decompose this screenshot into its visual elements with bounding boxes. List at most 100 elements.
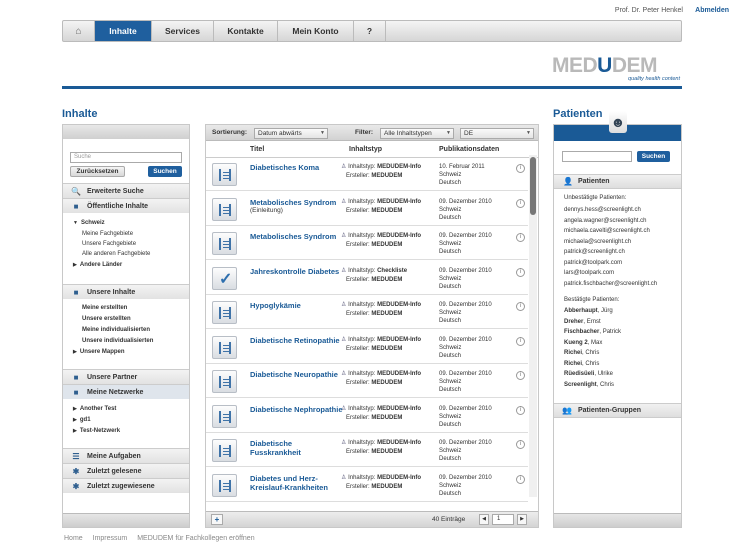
confirmed-patient[interactable]: Rüedisüeli, Ulrike [564,371,613,377]
confirmed-patient[interactable]: Richei, Chris [564,361,599,367]
info-icon[interactable]: i [516,164,525,173]
content-row[interactable]: Diabetes und Herz-Kreislauf-Krankheiten ♙… [206,468,528,502]
footer-fachkollegen[interactable]: MEDUDEM für Fachkollegen eröffnen [137,535,254,542]
info-icon[interactable]: i [516,440,525,449]
confirmed-patient[interactable]: Kueng 2, Max [564,340,602,346]
logout-link[interactable]: Abmelden [695,7,729,14]
content-row[interactable]: Metabolisches Syndrom ♙ Inhaltstyp: MEDUD… [206,226,528,260]
unsere-inhalte[interactable]: ■ Unsere Inhalte [63,284,189,299]
info-icon[interactable]: i [516,336,525,346]
tree-u1[interactable]: Meine erstellten [82,305,127,311]
advanced-search[interactable]: 🔍 Erweiterte Suche [63,183,189,198]
content-row[interactable]: Diabetische Fusskrankheit ♙ Inhaltstyp: M… [206,433,528,467]
meine-netzwerke[interactable]: ■ Meine Netzwerke [63,384,189,399]
unconfirmed-patient[interactable]: angela.wagner@screenlight.ch [564,218,646,224]
content-row[interactable]: Metabolisches Syndrom (Einleitung) ♙ Inhal… [206,192,528,226]
left-search-button[interactable]: Suchen [148,166,182,177]
content-row[interactable]: Diabetische Retinopathie ♙ Inhaltstyp: ME… [206,330,528,364]
unconfirmed-patient[interactable]: dennys.hess@screenlight.ch [564,207,641,213]
home-icon[interactable]: ⌂ [63,21,95,41]
filter-select[interactable]: Alle Inhaltstypen ▼ [380,128,454,139]
tree-n2[interactable]: ▶ gd1 [73,417,91,423]
row-title[interactable]: Diabetes und Herz-Kreislauf-Krankheiten [250,474,344,492]
document-icon [212,232,237,255]
row-title[interactable]: Metabolisches Syndrom [250,198,344,207]
row-title[interactable]: Diabetische Neuropathie [250,370,344,379]
row-title[interactable]: Diabetisches Koma [250,163,344,172]
nav-inhalte[interactable]: Inhalte [95,21,152,41]
confirmed-patient[interactable]: Richei, Chris [564,350,599,356]
unconfirmed-patient[interactable]: patrick@screenlight.ch [564,249,625,255]
patients-header[interactable]: 👤 Patienten [554,174,681,189]
info-icon[interactable]: i [516,267,525,277]
row-title[interactable]: Jahreskontrolle Diabetes [250,267,344,276]
confirmed-patient[interactable]: Fischbacher, Patrick [564,329,621,335]
nav-help[interactable]: ? [354,21,386,41]
next-page-icon[interactable]: ▶ [517,514,527,525]
row-type: ♙ Inhaltstyp: MEDUDEM-Info Ersteller: ME… [341,440,422,455]
nav-kontakte[interactable]: Kontakte [214,21,278,41]
right-search-input[interactable] [562,151,632,162]
info-icon[interactable]: i [516,405,525,415]
tree-fach1[interactable]: Meine Fachgebiete [82,231,133,237]
zuletzt-zugewiesene[interactable]: ✱ Zuletzt zugewiesene [63,478,189,493]
reset-button[interactable]: Zurücksetzen [70,166,125,177]
info-icon[interactable]: i [516,302,525,311]
unconfirmed-patient[interactable]: patrick@toolpark.com [564,260,622,266]
info-icon[interactable]: i [516,233,525,242]
prev-page-icon[interactable]: ◀ [479,514,489,525]
nav-mein-konto[interactable]: Mein Konto [278,21,354,41]
unconfirmed-patient[interactable]: michaela.cavelti@screenlight.ch [564,228,650,234]
tree-u2[interactable]: Unsere erstellten [82,316,131,322]
tree-fach3[interactable]: Alle anderen Fachgebiete [82,251,150,257]
meine-aufgaben[interactable]: ☰ Meine Aufgaben [63,448,189,463]
zuletzt-gelesene[interactable]: ✱ Zuletzt gelesene [63,463,189,478]
col-date[interactable]: Publikationsdaten [439,146,499,153]
row-title[interactable]: Diabetische Nephropathie [250,405,344,414]
row-title[interactable]: Metabolisches Syndrom [250,232,344,241]
tree-schweiz[interactable]: ▼ Schweiz [73,220,105,226]
info-icon[interactable]: i [516,474,525,484]
unconfirmed-patient[interactable]: michaela@screenlight.ch [564,239,631,245]
unsere-partner[interactable]: ■ Unsere Partner [63,369,189,384]
public-content[interactable]: ■ Öffentliche Inhalte [63,198,189,213]
content-row[interactable]: Hypoglykämie ♙ Inhaltstyp: MEDUDEM-Info E… [206,295,528,329]
info-icon[interactable]: i [516,198,525,208]
patient-groups[interactable]: 👥 Patienten-Gruppen [554,403,681,418]
language-select[interactable]: DE ▼ [460,128,534,139]
left-search-input[interactable]: Suche [70,152,182,163]
confirmed-patient[interactable]: Dreher, Ernst [564,319,601,325]
col-type[interactable]: Inhaltstyp [349,146,382,153]
footer-home[interactable]: Home [64,535,83,542]
page-select[interactable]: 1 [492,514,514,525]
scrollbar[interactable] [529,155,537,497]
person-icon: ♙ [341,474,347,481]
tree-u5[interactable]: ▶ Unsere Mappen [73,349,125,355]
tree-n3[interactable]: ▶ Test-Netzwerk [73,428,120,434]
confirmed-patient[interactable]: Screenlight, Chris [564,382,614,388]
content-row[interactable]: Diabetisches Koma ♙ Inhaltstyp: MEDUDEM-I… [206,157,528,191]
scroll-thumb[interactable] [530,157,536,215]
right-search-button[interactable]: Suchen [637,151,670,162]
tree-u4[interactable]: Unsere individualisierten [82,338,153,344]
confirmed-patient[interactable]: Abberhaupt, Jürg [564,308,613,314]
nav-services[interactable]: Services [152,21,214,41]
col-title[interactable]: Titel [250,146,264,153]
content-row[interactable]: ✓ Jahreskontrolle Diabetes ♙ Inhaltstyp: C… [206,261,528,295]
content-row[interactable]: Diabetische Neuropathie ♙ Inhaltstyp: MED… [206,364,528,398]
folder-icon: ■ [73,288,79,297]
add-button[interactable]: + [211,514,223,525]
row-title[interactable]: Hypoglykämie [250,301,344,310]
tree-n1[interactable]: ▶ Another Test [73,406,116,412]
info-icon[interactable]: i [516,371,525,380]
content-row[interactable]: Diabetische Nephropathie ♙ Inhaltstyp: ME… [206,399,528,433]
footer-impressum[interactable]: Impressum [93,535,128,542]
sort-select[interactable]: Datum abwärts ▼ [254,128,328,139]
tree-andere-laender[interactable]: ▶ Andere Länder [73,262,122,268]
row-title[interactable]: Diabetische Retinopathie [250,336,344,345]
tree-u3[interactable]: Meine individualisierten [82,327,150,333]
tree-fach2[interactable]: Unsere Fachgebiete [82,241,136,247]
unconfirmed-patient[interactable]: lars@toolpark.com [564,270,614,276]
row-title[interactable]: Diabetische Fusskrankheit [250,439,344,457]
unconfirmed-patient[interactable]: patrick.fischbacher@screenlight.ch [564,281,657,287]
